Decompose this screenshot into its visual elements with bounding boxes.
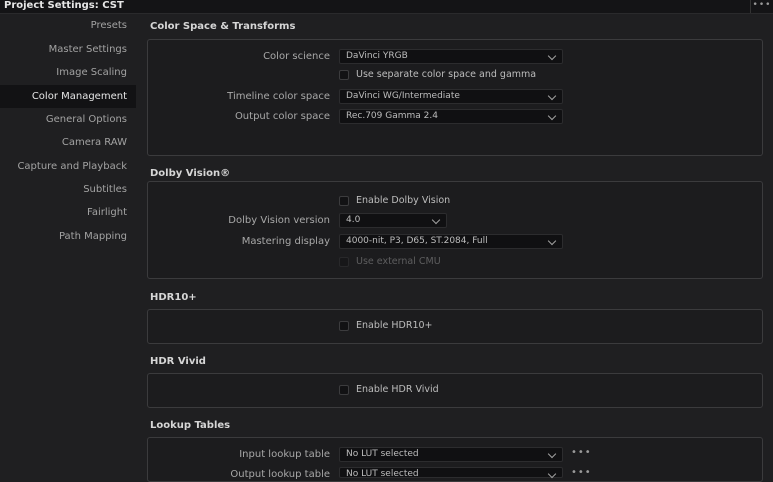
color-science-label: Color science: [263, 51, 330, 62]
sidebar-item-capture-playback[interactable]: Capture and Playback: [0, 155, 136, 178]
output-lut-label: Output lookup table: [230, 469, 330, 480]
input-lut-value: No LUT selected: [346, 449, 419, 459]
sidebar-item-path-mapping[interactable]: Path Mapping: [0, 225, 136, 248]
timeline-color-space-value: DaVinci WG/Intermediate: [346, 91, 460, 101]
chevron-down-icon: [547, 91, 557, 101]
hdr-vivid-panel: [147, 373, 763, 408]
color-science-value: DaVinci YRGB: [346, 51, 408, 61]
hdr10-panel: [147, 309, 763, 344]
dolby-vision-panel: [147, 181, 763, 279]
chevron-down-icon: [547, 449, 557, 459]
external-cmu-checkbox[interactable]: [339, 257, 349, 267]
enable-hdr-vivid-label: Enable HDR Vivid: [356, 384, 439, 395]
external-cmu-label: Use external CMU: [356, 256, 441, 267]
output-lut-dropdown[interactable]: No LUT selected: [339, 467, 563, 479]
enable-hdr10-checkbox[interactable]: [339, 321, 349, 331]
mastering-display-dropdown[interactable]: 4000-nit, P3, D65, ST.2084, Full: [339, 234, 563, 249]
chevron-down-icon: [547, 51, 557, 61]
input-lut-more-icon[interactable]: •••: [571, 447, 592, 458]
section-title-hdr-vivid: HDR Vivid: [150, 356, 206, 367]
sidebar-item-fairlight[interactable]: Fairlight: [0, 201, 136, 224]
section-title-lookup-tables: Lookup Tables: [150, 420, 231, 431]
sidebar-item-image-scaling[interactable]: Image Scaling: [0, 61, 136, 84]
enable-hdr-vivid-checkbox[interactable]: [339, 385, 349, 395]
separate-color-gamma-checkbox[interactable]: [339, 70, 349, 80]
window-title: Project Settings: CST: [4, 0, 124, 11]
color-science-dropdown[interactable]: DaVinci YRGB: [339, 49, 563, 64]
output-color-space-dropdown[interactable]: Rec.709 Gamma 2.4: [339, 109, 563, 124]
output-color-space-value: Rec.709 Gamma 2.4: [346, 111, 438, 121]
timeline-color-space-dropdown[interactable]: DaVinci WG/Intermediate: [339, 89, 563, 104]
enable-dolby-vision-checkbox[interactable]: [339, 196, 349, 206]
chevron-down-icon: [431, 215, 441, 225]
section-title-dolby-vision: Dolby Vision®: [150, 168, 231, 179]
sidebar-item-general-options[interactable]: General Options: [0, 108, 136, 131]
input-lut-label: Input lookup table: [239, 449, 330, 460]
section-title-hdr10: HDR10+: [150, 292, 197, 303]
enable-dolby-vision-label: Enable Dolby Vision: [356, 195, 451, 206]
sidebar-item-color-management[interactable]: Color Management: [0, 85, 136, 108]
sidebar-item-subtitles[interactable]: Subtitles: [0, 178, 136, 201]
enable-hdr10-label: Enable HDR10+: [356, 320, 433, 331]
sidebar: Presets Master Settings Image Scaling Co…: [0, 14, 136, 478]
sidebar-item-presets[interactable]: Presets: [0, 14, 136, 37]
dolby-version-label: Dolby Vision version: [228, 215, 330, 226]
timeline-color-space-label: Timeline color space: [227, 91, 330, 102]
output-color-space-label: Output color space: [234, 111, 330, 122]
title-bar: Project Settings: CST •••: [0, 0, 773, 14]
chevron-down-icon: [547, 469, 557, 479]
dolby-version-dropdown[interactable]: 4.0: [339, 213, 447, 228]
chevron-down-icon: [547, 111, 557, 121]
dolby-version-value: 4.0: [346, 215, 361, 225]
mastering-display-value: 4000-nit, P3, D65, ST.2084, Full: [346, 236, 488, 246]
chevron-down-icon: [547, 236, 557, 246]
output-lut-more-icon[interactable]: •••: [571, 467, 592, 478]
section-title-color-space: Color Space & Transforms: [150, 21, 296, 32]
sidebar-item-camera-raw[interactable]: Camera RAW: [0, 131, 136, 154]
input-lut-dropdown[interactable]: No LUT selected: [339, 447, 563, 462]
mastering-display-label: Mastering display: [241, 236, 330, 247]
separate-color-gamma-label: Use separate color space and gamma: [356, 69, 537, 80]
sidebar-item-master-settings[interactable]: Master Settings: [0, 38, 136, 61]
more-options-icon[interactable]: •••: [750, 0, 773, 13]
